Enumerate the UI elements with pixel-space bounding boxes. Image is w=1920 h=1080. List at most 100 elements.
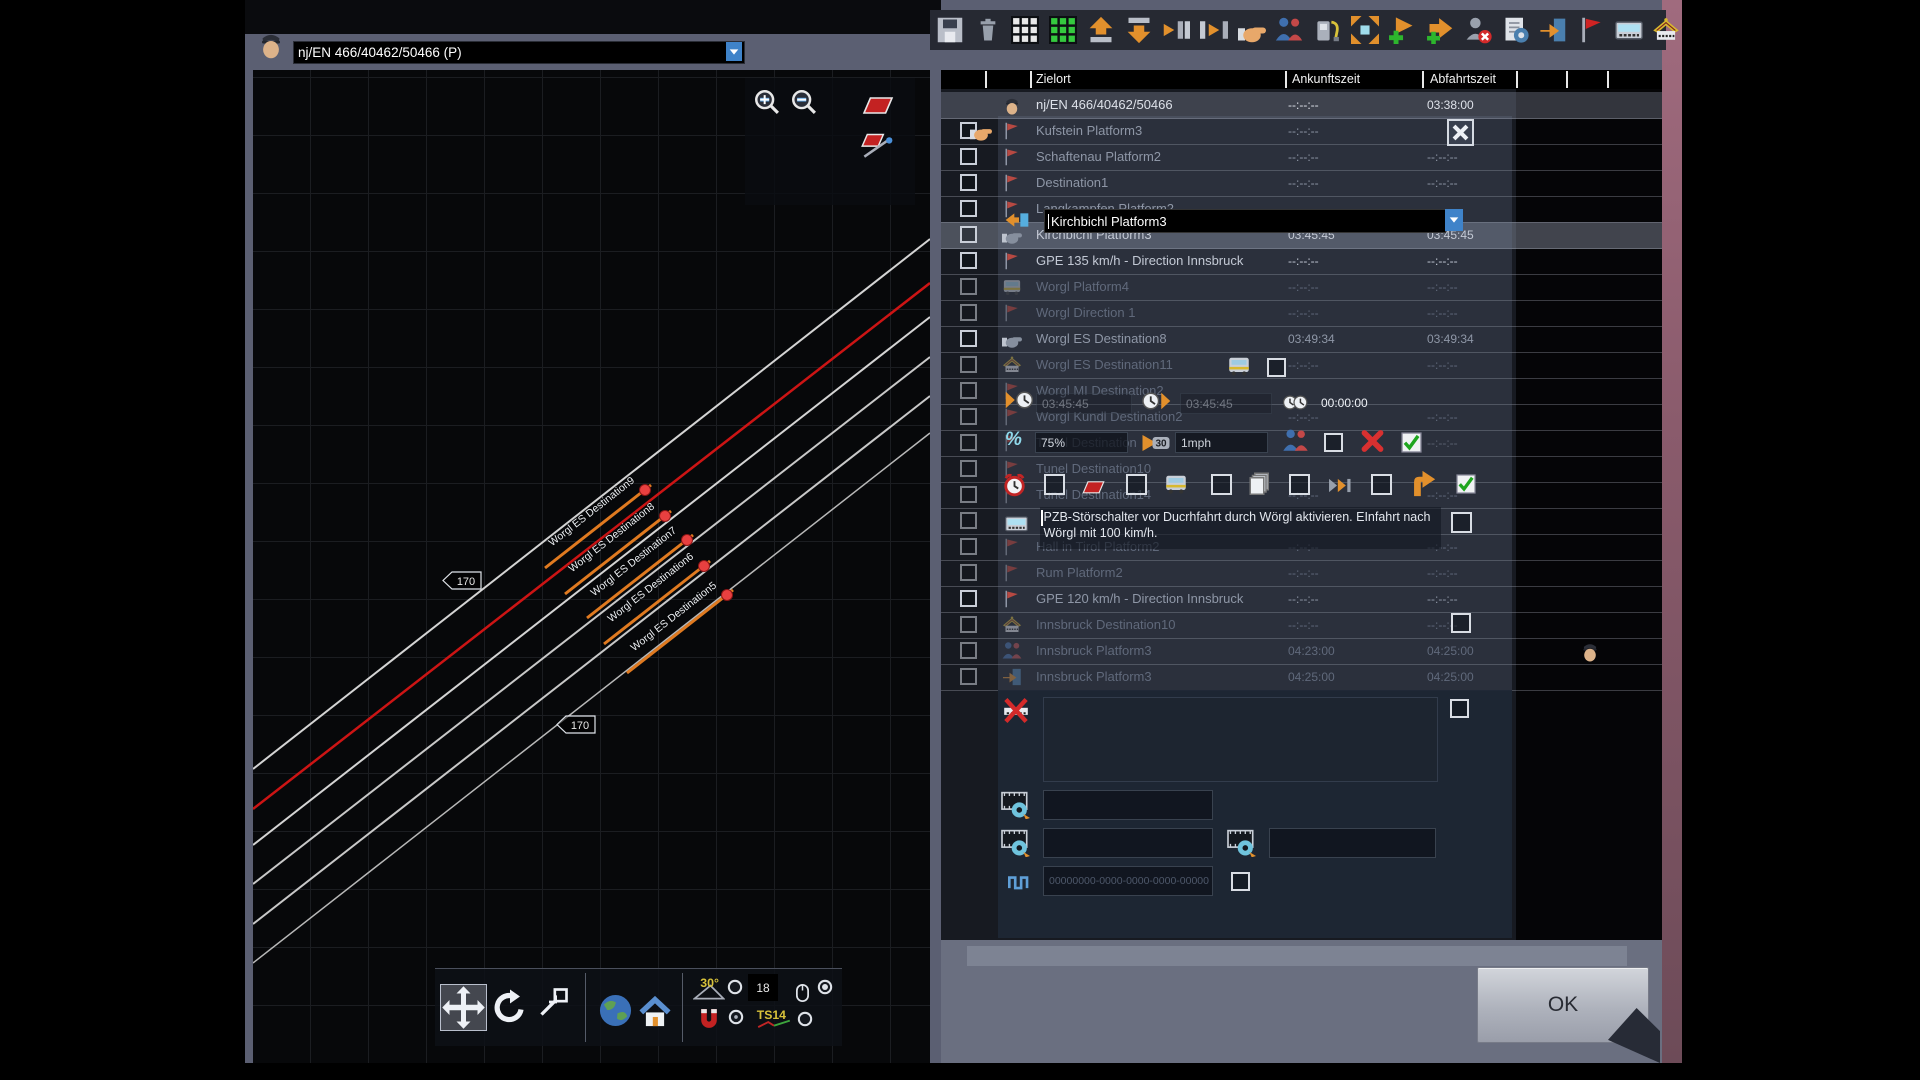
insert-after-button[interactable]	[1162, 16, 1190, 44]
departure-time-field[interactable]: 03:45:45	[1180, 393, 1272, 414]
timetable-header: Zielort Ankunftszeit Abfahrtszeit	[941, 70, 1662, 89]
option-checkbox-1[interactable]	[1044, 474, 1065, 495]
chevron-down-icon	[728, 46, 740, 58]
option-enabled-checkbox[interactable]	[1456, 474, 1476, 494]
grid-white-button[interactable]	[1011, 16, 1039, 44]
row-checkbox[interactable]	[960, 642, 977, 659]
snap-mode-radio[interactable]	[728, 1009, 744, 1025]
track-settings-field-1[interactable]	[1043, 790, 1213, 820]
table-row[interactable]: nj/EN 466/40462/50466--:--:--03:38:00	[941, 92, 1662, 119]
svg-text:30: 30	[1155, 439, 1167, 450]
gradient-mode-radio[interactable]	[727, 979, 743, 995]
pan-tool-button[interactable]	[440, 984, 487, 1031]
row-checkbox[interactable]	[960, 148, 977, 165]
fuel-button[interactable]	[1313, 16, 1341, 44]
lower-button[interactable]	[1125, 16, 1153, 44]
save-button[interactable]	[936, 16, 964, 44]
service-dropdown[interactable]: nj/EN 466/40462/50466 (P)	[293, 41, 745, 64]
insert-before-button[interactable]	[1200, 16, 1228, 44]
marker-edit-button[interactable]	[858, 128, 896, 160]
option-checkbox-3[interactable]	[1211, 474, 1232, 495]
row-checkbox[interactable]	[960, 304, 977, 321]
option-checkbox-2[interactable]	[1126, 474, 1147, 495]
guid-field[interactable]: 00000000-0000-0000-0000-00000	[1043, 866, 1213, 896]
papers-icon	[1247, 471, 1273, 495]
mouse-mode-radio[interactable]	[817, 979, 833, 995]
station-button[interactable]	[1652, 16, 1680, 44]
option-checkbox-5[interactable]	[1371, 474, 1392, 495]
row-checkbox[interactable]	[960, 486, 977, 503]
home-button[interactable]	[638, 996, 672, 1027]
grid-green-button[interactable]	[1049, 16, 1077, 44]
notes-checkbox[interactable]	[1450, 699, 1469, 718]
row-checkbox[interactable]	[960, 512, 977, 529]
flag-red-button[interactable]	[1577, 16, 1605, 44]
row-checkbox[interactable]	[960, 460, 977, 477]
train-icon	[1163, 472, 1189, 496]
add-flag-button[interactable]	[1388, 16, 1416, 44]
destination-combo-value: Kirchbichl Platform3	[1049, 214, 1167, 229]
performance-field[interactable]: 75%	[1035, 432, 1128, 453]
destination-combo[interactable]: Kirchbichl Platform3	[1044, 209, 1446, 233]
close-icon[interactable]	[1447, 119, 1474, 146]
row-checkbox[interactable]	[960, 252, 977, 269]
raise-button[interactable]	[1087, 16, 1115, 44]
scale-tool-button[interactable]	[538, 987, 570, 1017]
message-checkbox[interactable]	[1451, 512, 1472, 533]
row-checkbox[interactable]	[960, 564, 977, 581]
expand-button[interactable]	[1351, 16, 1379, 44]
turn-arrow-icon[interactable]	[1409, 470, 1436, 497]
instruction-dialog: Kirchbichl Platform3 03:45:45 03:45:45 0…	[998, 116, 1512, 938]
destination-combo-button[interactable]	[1445, 209, 1463, 231]
row-checkbox[interactable]	[960, 616, 977, 633]
remove-driver-button[interactable]	[1464, 16, 1492, 44]
row-checkbox[interactable]	[960, 226, 977, 243]
arrival-time-field[interactable]: 03:45:45	[1036, 393, 1132, 414]
row-checkbox[interactable]	[960, 668, 977, 685]
rotate-tool-button[interactable]	[492, 989, 528, 1026]
row-checkbox[interactable]	[960, 408, 977, 425]
row-checkbox[interactable]	[960, 174, 977, 191]
enabled-checkbox[interactable]	[1401, 432, 1422, 453]
zoom-out-button[interactable]	[790, 88, 818, 116]
option-checkbox-4[interactable]	[1289, 474, 1310, 495]
globe-button[interactable]	[598, 993, 633, 1028]
trash-button[interactable]	[974, 16, 1002, 44]
main-toolbar	[930, 10, 1666, 50]
svg-text:170: 170	[457, 576, 475, 588]
consist-checkbox[interactable]	[1267, 358, 1286, 377]
row-checkbox[interactable]	[960, 434, 977, 451]
marker-tool-button[interactable]	[860, 90, 896, 116]
expand-icon	[1351, 16, 1379, 44]
delete-instruction-icon[interactable]	[1359, 428, 1386, 454]
row-checkbox[interactable]	[960, 200, 977, 217]
row-checkbox[interactable]	[960, 382, 977, 399]
row-checkbox[interactable]	[960, 590, 977, 607]
console-button[interactable]	[1615, 16, 1643, 44]
row-checkbox[interactable]	[960, 330, 977, 347]
service-dropdown-button[interactable]	[726, 42, 742, 61]
destination-checkbox[interactable]	[1451, 613, 1471, 633]
duration-value: 00:00:00	[1321, 396, 1368, 410]
hand-button[interactable]	[1238, 16, 1266, 44]
ts14-mode-radio[interactable]	[797, 1011, 813, 1027]
row-checkbox[interactable]	[960, 356, 977, 373]
notes-textarea[interactable]	[1043, 697, 1438, 782]
guid-checkbox[interactable]	[1231, 872, 1250, 891]
passengers-icon	[1275, 16, 1303, 44]
track-settings-field-2[interactable]	[1043, 828, 1213, 858]
add-arrow-button[interactable]	[1426, 16, 1454, 44]
fuel-icon	[1313, 16, 1341, 44]
performance-checkbox[interactable]	[1324, 433, 1343, 452]
portal-button[interactable]	[1539, 16, 1567, 44]
properties-button[interactable]	[1502, 16, 1530, 44]
map-view[interactable]: 170170 Worgl ES Destination9Worgl ES Des…	[253, 70, 930, 1063]
zoom-in-button[interactable]	[753, 88, 781, 116]
row-checkbox[interactable]	[960, 538, 977, 555]
service-dropdown-value: nj/EN 466/40462/50466 (P)	[294, 45, 462, 60]
passengers-button[interactable]	[1275, 16, 1303, 44]
row-checkbox[interactable]	[960, 278, 977, 295]
message-textbox[interactable]: PZB-Störschalter vor Ducrhfahrt durch Wö…	[1040, 507, 1441, 549]
track-settings-field-3[interactable]	[1269, 828, 1436, 858]
speed-field[interactable]: 1mph	[1175, 432, 1268, 453]
